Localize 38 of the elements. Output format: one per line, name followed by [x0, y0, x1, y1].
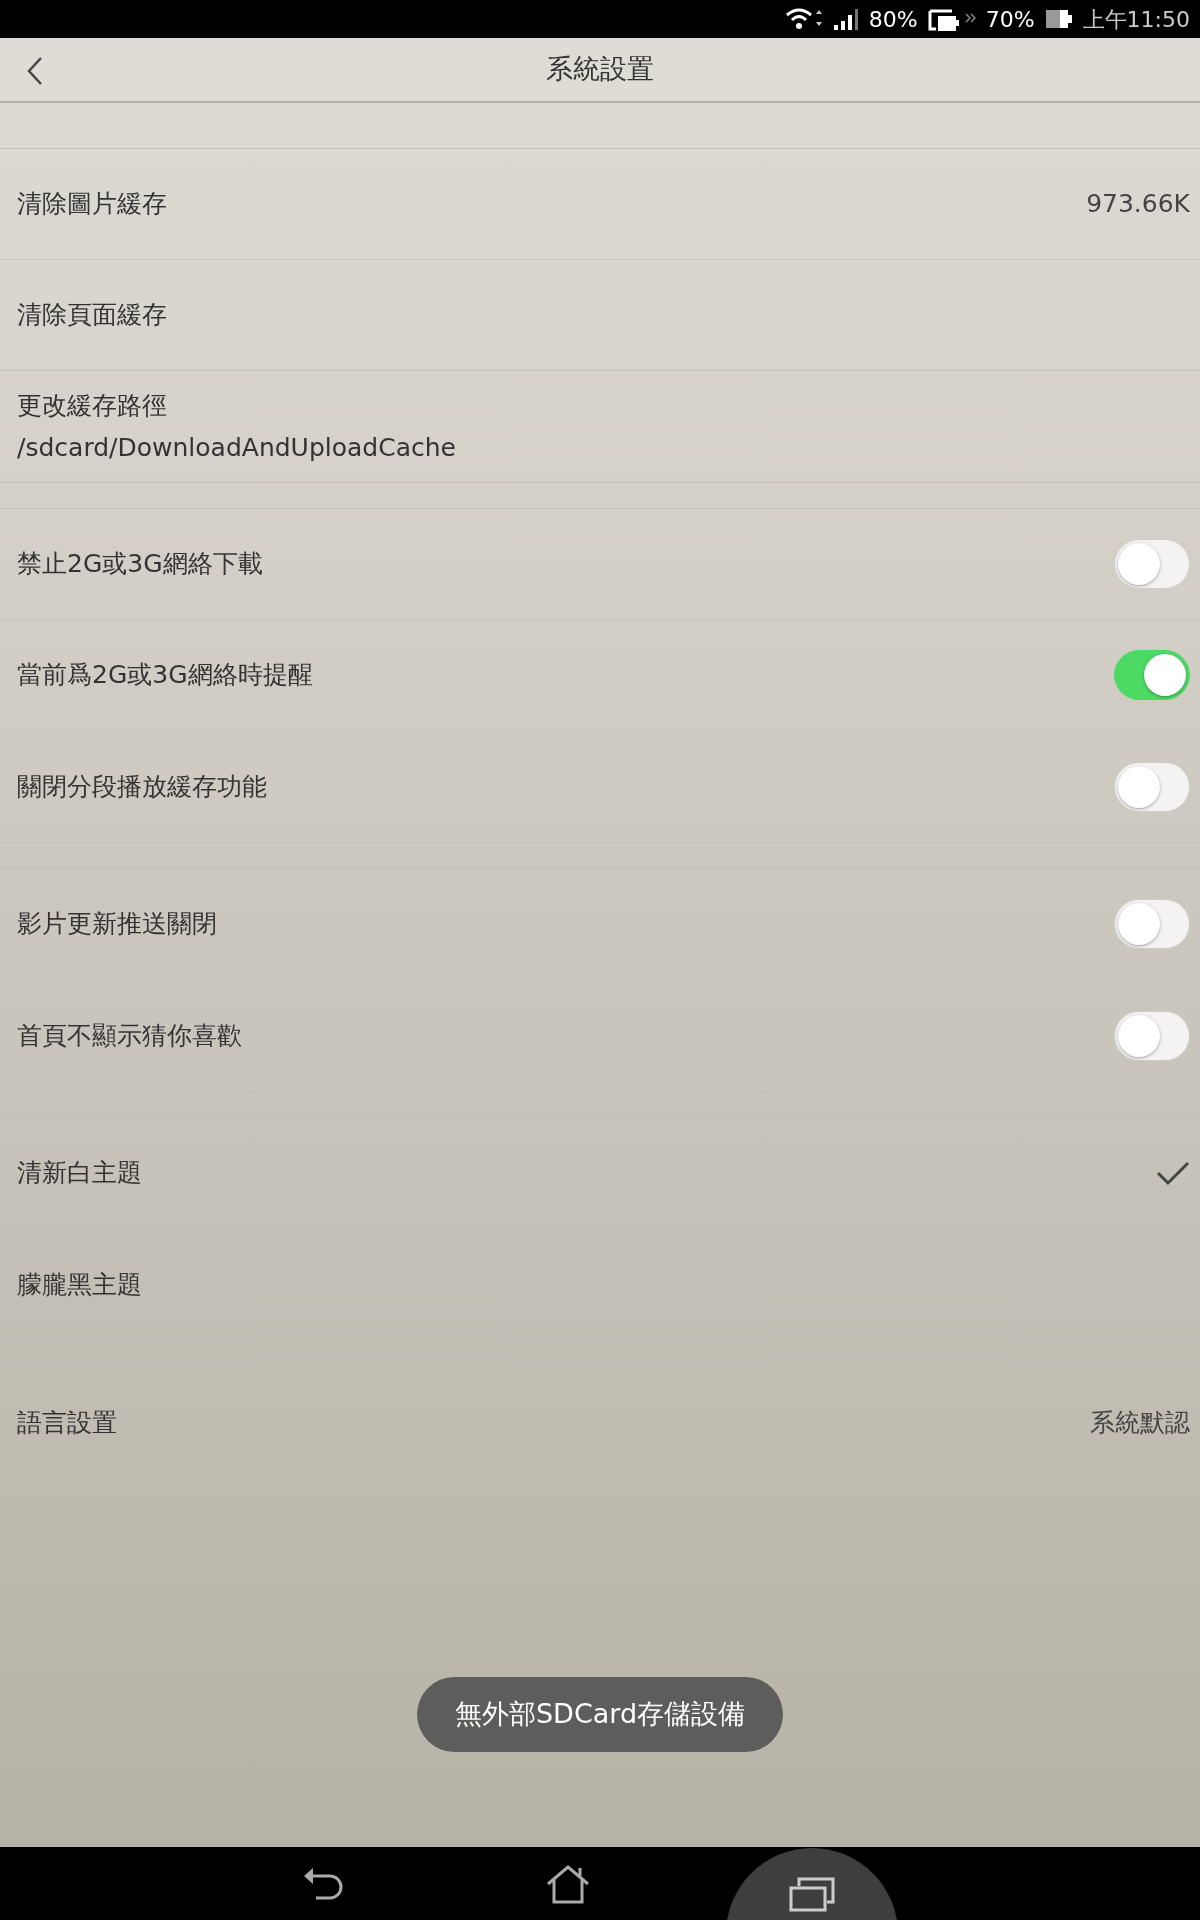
- setting-label: 影片更新推送關閉: [17, 908, 217, 941]
- toast-message: 無外部SDCard存儲設備: [416, 1677, 784, 1752]
- settings-row[interactable]: 影片更新推送關閉: [0, 869, 1200, 980]
- setting-value: 973.66K: [1086, 188, 1190, 221]
- toggle-switch[interactable]: [1114, 1010, 1190, 1061]
- page-title: 系統設置: [546, 52, 654, 87]
- setting-label: 當前爲2G或3G網絡時提醒: [17, 659, 313, 692]
- setting-label: 清除頁面緩存: [17, 299, 167, 332]
- setting-label: 禁止2G或3G網絡下載: [17, 548, 263, 581]
- setting-label: 語言設置: [17, 1406, 117, 1439]
- settings-row[interactable]: 語言設置 系統默認: [0, 1367, 1200, 1478]
- phone-battery-percent: 80%: [868, 5, 918, 34]
- battery-icon: [1044, 8, 1073, 30]
- setting-path: /sdcard/DownloadAndUploadCache: [17, 431, 456, 464]
- settings-row[interactable]: 關閉分段播放緩存功能: [0, 731, 1200, 842]
- toggle-switch[interactable]: [1114, 899, 1190, 949]
- clock: 上午11:50: [1082, 5, 1190, 34]
- wifi-icon: [784, 6, 823, 32]
- setting-label: 更改緩存路徑: [17, 390, 168, 422]
- signal-icon: [832, 7, 859, 31]
- setting-value: 系統默認: [1090, 1406, 1190, 1439]
- settings-row[interactable]: 清除圖片緩存 973.66K: [0, 149, 1200, 260]
- settings-row[interactable]: 清新白主題: [0, 1118, 1200, 1229]
- toggle-switch[interactable]: [1114, 650, 1190, 700]
- settings-row[interactable]: 清除頁面緩存: [0, 260, 1200, 371]
- setting-label: 清新白主題: [17, 1157, 142, 1190]
- settings-row[interactable]: 更改緩存路徑 /sdcard/DownloadAndUploadCache: [0, 371, 1200, 482]
- settings-row[interactable]: 首頁不顯示猜你喜歡: [0, 980, 1200, 1091]
- settings-row[interactable]: 當前爲2G或3G網絡時提醒: [0, 620, 1200, 731]
- home-icon[interactable]: [546, 1863, 590, 1904]
- setting-label: 朦朧黑主題: [17, 1268, 142, 1301]
- settings-row[interactable]: 朦朧黑主題: [0, 1229, 1200, 1340]
- setting-label: 首頁不顯示猜你喜歡: [17, 1019, 242, 1052]
- settings-row[interactable]: 禁止2G或3G網絡下載: [0, 509, 1200, 620]
- recent-apps-icon: [789, 1875, 835, 1912]
- tablet-battery-percent: 70%: [985, 5, 1035, 34]
- setting-label: 清除圖片緩存: [17, 188, 167, 221]
- setting-label: 關閉分段播放緩存功能: [17, 770, 267, 803]
